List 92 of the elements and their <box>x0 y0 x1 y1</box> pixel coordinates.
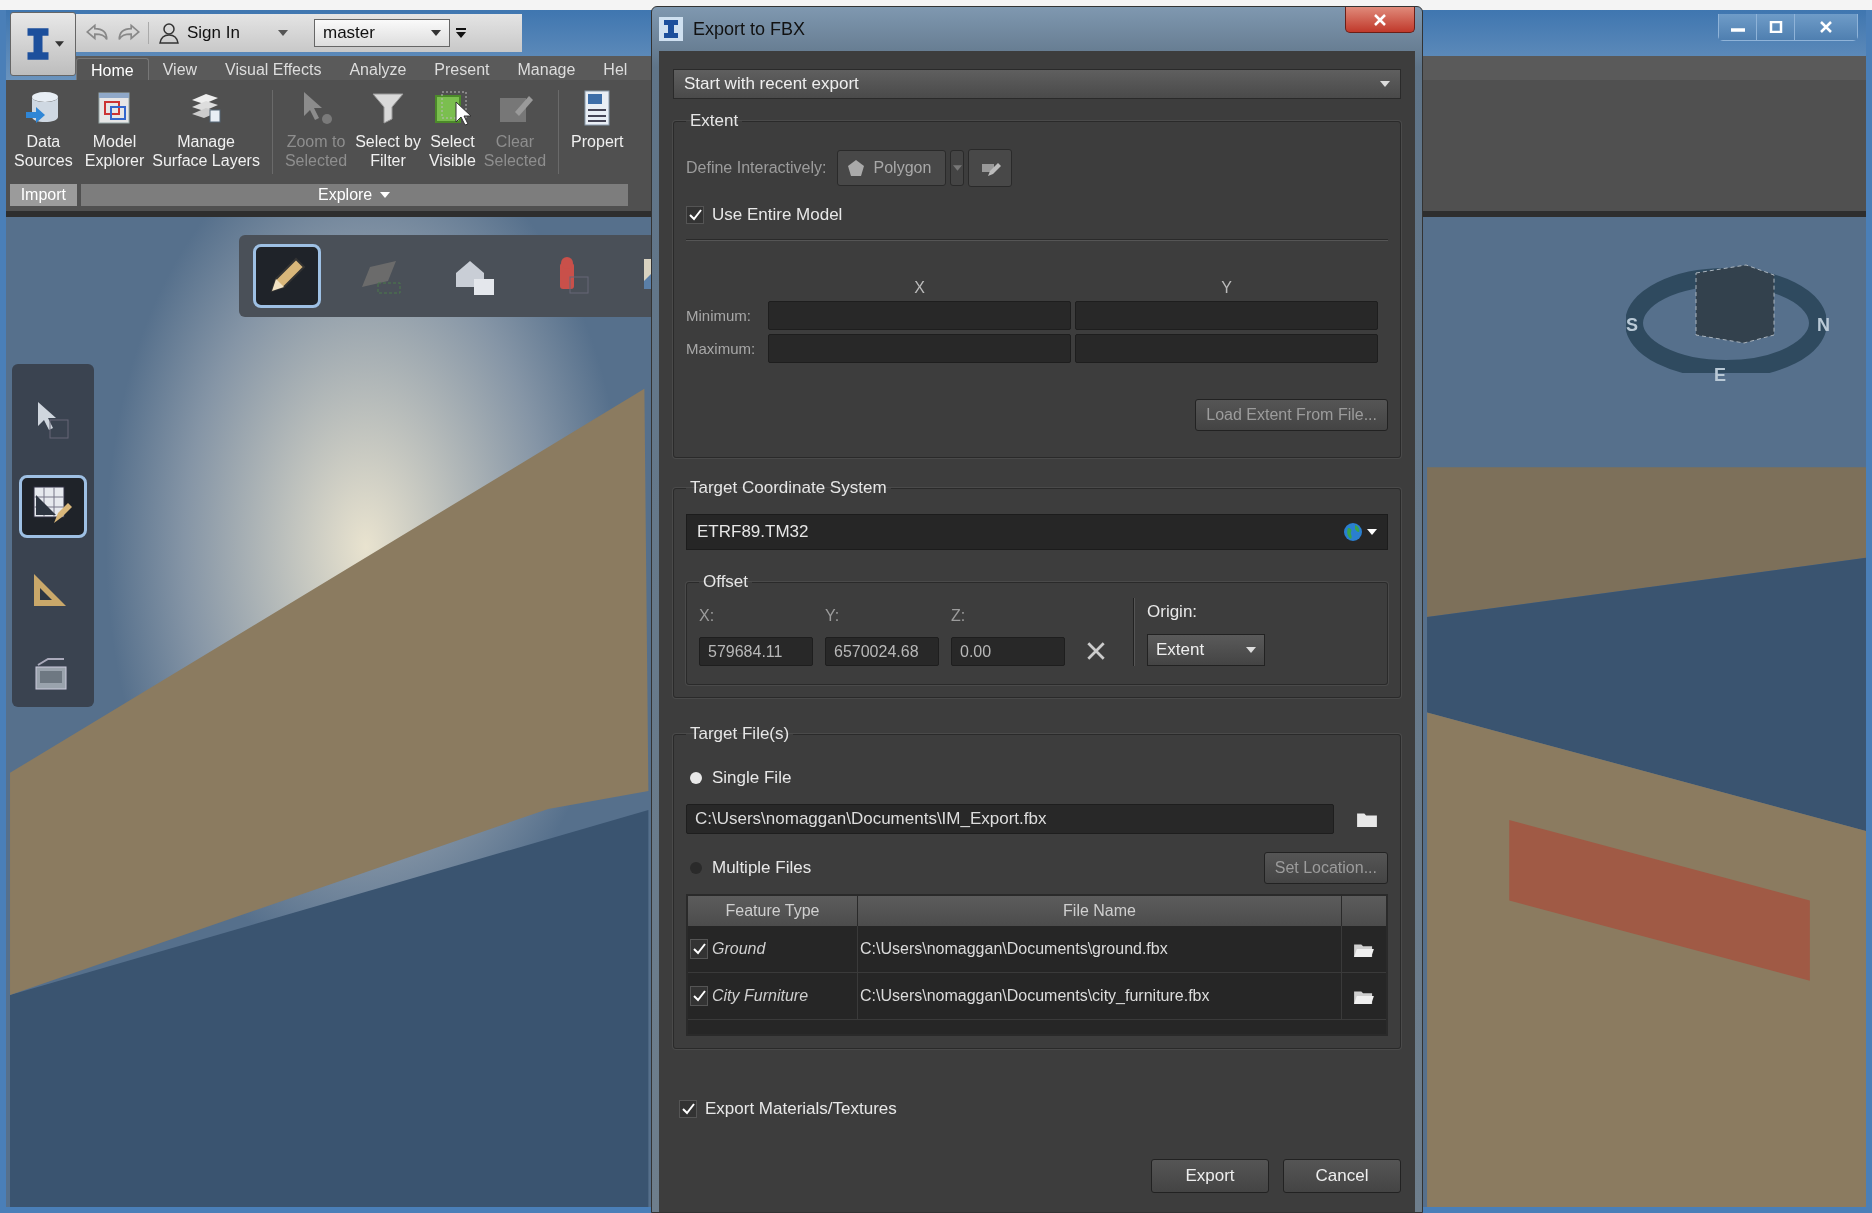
polygon-icon <box>845 158 866 178</box>
checkmark-icon <box>681 1102 695 1116</box>
ribbon-button[interactable]: Select by Filter <box>351 84 425 180</box>
ribbon-tab[interactable]: View <box>148 58 212 80</box>
checkbox-label: Export Materials/Textures <box>705 1099 897 1119</box>
group-legend: Target File(s) <box>686 724 794 744</box>
group-title: Explore <box>318 186 373 204</box>
ribbon-button[interactable]: Select Visible <box>424 84 480 180</box>
input-field[interactable] <box>768 301 1071 330</box>
caret-icon <box>1367 529 1377 535</box>
export-button[interactable]: Export <box>1151 1159 1269 1193</box>
globe-icon <box>1343 522 1363 542</box>
column-header: File Name <box>858 896 1342 926</box>
input-field[interactable]: 6570024.68 <box>825 637 939 666</box>
ribbon-tab[interactable]: Manage <box>503 58 590 80</box>
coordinate-system-dropdown[interactable]: ETRF89.TM32 <box>686 514 1388 550</box>
tool-button[interactable] <box>19 474 87 538</box>
tool-button[interactable] <box>253 244 321 308</box>
minimize-button[interactable] <box>1719 14 1757 40</box>
field-label: Z: <box>951 607 967 625</box>
caret-icon <box>380 192 391 198</box>
caret-icon <box>431 30 441 36</box>
compass-letter: S <box>1626 315 1638 336</box>
group-legend: Offset <box>699 572 753 592</box>
ribbon-tab[interactable]: Present <box>420 58 504 80</box>
ribbon-button[interactable]: Data Sources <box>10 84 77 180</box>
column-header: Y <box>1220 279 1233 297</box>
edit-shape-button[interactable] <box>968 149 1013 187</box>
clear-icon[interactable] <box>1085 640 1107 662</box>
dialog-title: Export to FBX <box>693 18 806 40</box>
close-icon <box>1372 13 1388 26</box>
column-header: Feature Type <box>688 896 858 926</box>
input-field[interactable]: 0.00 <box>951 637 1065 666</box>
origin-dropdown[interactable]: Extent <box>1147 634 1265 666</box>
group-title: Import <box>20 186 66 204</box>
maximize-icon <box>1767 21 1784 33</box>
i-beam-logo-icon <box>659 17 683 41</box>
radio-label: Single File <box>712 768 792 788</box>
input-field[interactable] <box>1075 334 1378 363</box>
user-icon <box>159 22 179 44</box>
file-path-field[interactable]: C:\Users\nomaggan\Documents\IM_Export.fbx <box>686 804 1334 834</box>
close-button[interactable] <box>1345 7 1415 33</box>
preset-dropdown[interactable]: Start with recent export <box>673 69 1401 99</box>
column-header: X <box>913 279 926 297</box>
customize-button[interactable] <box>456 28 466 38</box>
ribbon-tab[interactable]: Home <box>76 58 149 80</box>
group-legend: Target Coordinate System <box>686 478 891 498</box>
ribbon-tab[interactable]: Visual Effects <box>211 58 336 80</box>
group-legend: Extent <box>686 111 743 131</box>
ribbon-button[interactable]: Model Explorer <box>80 84 149 180</box>
table-cell: City Furniture <box>712 987 809 1005</box>
input-field[interactable]: 579684.11 <box>699 637 813 666</box>
checkmark-icon <box>688 208 702 222</box>
field-label: X: <box>699 607 716 625</box>
caret-icon <box>278 30 288 36</box>
app-menu-button[interactable] <box>10 12 76 76</box>
row-label: Minimum: <box>686 307 752 324</box>
compass-letter: E <box>1714 365 1726 386</box>
ribbon-button[interactable]: Propert <box>567 84 628 180</box>
checkbox[interactable] <box>690 986 708 1006</box>
table-cell: Ground <box>712 940 766 958</box>
checkbox[interactable] <box>679 1100 697 1118</box>
caret-icon <box>456 28 466 38</box>
square-cursor-icon <box>432 88 473 128</box>
define-label: Define Interactively: <box>686 159 827 177</box>
table-cell: C:\Users\nomaggan\Documents\ground.fbx <box>860 940 1168 958</box>
ribbon-tab[interactable]: Hel <box>589 58 642 80</box>
table-cell: C:\Users\nomaggan\Documents\city_furniture.fbx <box>860 987 1210 1005</box>
checkmark-icon <box>692 942 706 956</box>
caret-icon <box>54 41 64 47</box>
ribbon-button[interactable]: Manage Surface Layers <box>148 84 264 180</box>
checkbox-label: Use Entire Model <box>712 205 843 225</box>
compass-letter: N <box>1817 315 1830 336</box>
sign-in-button[interactable]: Sign In <box>148 22 298 44</box>
cancel-button[interactable]: Cancel <box>1283 1159 1401 1193</box>
caret-icon <box>1246 647 1256 653</box>
checkbox[interactable] <box>690 939 708 959</box>
ribbon-tab[interactable]: Analyze <box>335 58 421 80</box>
radio-label: Multiple Files <box>712 858 812 878</box>
minimize-icon <box>1730 28 1745 32</box>
checkmark-icon <box>692 989 706 1003</box>
caret-icon <box>952 165 962 171</box>
input-field[interactable] <box>1075 301 1378 330</box>
dropdown-button[interactable] <box>950 150 965 186</box>
close-icon <box>1818 21 1834 33</box>
branch-dropdown[interactable]: master <box>314 19 450 47</box>
field-label: Y: <box>825 607 841 625</box>
radio-button[interactable] <box>690 772 702 784</box>
row-label: Maximum: <box>686 340 757 357</box>
maximize-button[interactable] <box>1757 14 1795 40</box>
field-label: Origin: <box>1147 602 1199 622</box>
input-field[interactable] <box>768 334 1071 363</box>
